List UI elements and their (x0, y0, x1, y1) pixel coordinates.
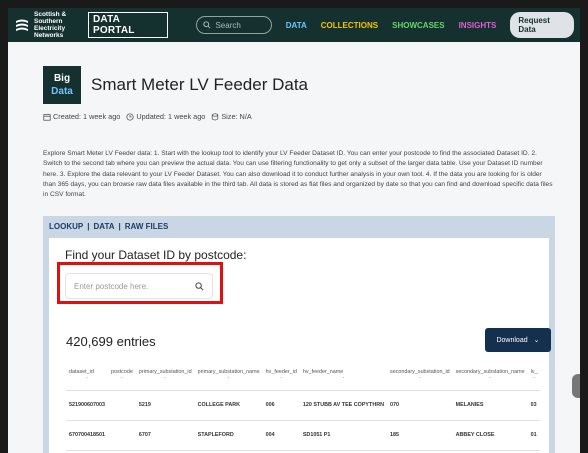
page-title: Smart Meter LV Feeder Data (91, 75, 308, 94)
postcode-placeholder: Enter postcode here. (74, 281, 149, 291)
col-header[interactable]: primary_substation_id - (135, 360, 195, 391)
created-text: Created: 1 week ago (53, 112, 121, 121)
cell: SD1051 P1 (299, 420, 387, 451)
search-icon[interactable] (195, 281, 204, 291)
cell: 185 (387, 420, 453, 451)
cell: 521900607003 (66, 390, 108, 421)
col-header[interactable]: secondary_substation_name - (452, 360, 528, 391)
dataset-header: Big Data Smart Meter LV Feeder Data (43, 66, 308, 104)
calendar-icon (43, 113, 51, 121)
updated-text: Updated: 1 week ago (136, 112, 206, 121)
cell: COLLEGE PARK (194, 390, 263, 421)
search-icon (203, 21, 211, 29)
cell: MELANIES (452, 390, 528, 421)
size-text: Size: N/A (221, 112, 252, 121)
download-label: Download (496, 336, 528, 344)
cell (107, 390, 136, 421)
nav-link-insights[interactable]: INSIGHTS (459, 21, 497, 30)
cell (107, 420, 136, 451)
table-header-row: dataset_id - postcode - primary_substation… (66, 360, 541, 391)
scroll-handle[interactable] (572, 374, 580, 398)
search-box[interactable]: Search (196, 16, 272, 34)
badge-line-1: Big (53, 73, 71, 84)
download-button[interactable]: Download ⌄ (485, 328, 551, 352)
created-meta: Created: 1 week ago (43, 112, 120, 121)
clock-icon (126, 112, 134, 121)
cell: STAPLEFORD (194, 420, 263, 451)
dataset-tabs-panel: LOOKUP | DATA | RAW FILES Find your Data… (43, 216, 555, 453)
cell: 6707 (135, 420, 195, 451)
tab-bar: LOOKUP | DATA | RAW FILES (43, 216, 555, 236)
table-row[interactable]: 521900607003 5219 COLLEGE PARK 006 120 S… (66, 390, 541, 421)
cell: 670700418501 (66, 420, 108, 451)
nav-links: DATA COLLECTIONS SHOWCASES INSIGHTS Requ… (272, 12, 574, 38)
cell: 01 (527, 420, 541, 451)
col-header[interactable]: dataset_id - (66, 360, 108, 391)
search-placeholder: Search (215, 20, 241, 30)
ssen-logo[interactable]: Scottish & Southern Electricity Networks (14, 11, 86, 39)
chevron-down-icon: ⌄ (533, 337, 540, 344)
top-navbar: Scottish & Southern Electricity Networks… (8, 8, 580, 42)
badge-line-2: Data (51, 86, 73, 97)
size-meta: Size: N/A (211, 112, 252, 121)
data-portal-label[interactable]: DATA PORTAL (88, 12, 169, 38)
table-row[interactable]: 670700418501 6707 STAPLEFORD 004 SD1051 … (66, 420, 541, 451)
cell: 120 STUBB AV TEE COPYTHRN (299, 390, 387, 421)
nav-link-showcases[interactable]: SHOWCASES (392, 21, 444, 30)
logo-text: Scottish & Southern Electricity Networks (34, 11, 67, 39)
tab-raw-files[interactable]: RAW FILES (125, 222, 169, 231)
col-header[interactable]: secondary_substation_id - (387, 360, 453, 391)
tab-separator: | (87, 221, 90, 231)
data-table: dataset_id - postcode - primary_substation… (66, 360, 541, 451)
tab-lookup[interactable]: LOOKUP (49, 222, 83, 231)
request-data-button[interactable]: Request Data (510, 12, 574, 38)
big-data-badge: Big Data (43, 66, 81, 104)
ssen-logo-icon (14, 17, 30, 33)
cell: 070 (387, 390, 453, 421)
nav-link-collections[interactable]: COLLECTIONS (321, 21, 378, 30)
cell: 5219 (135, 390, 195, 421)
entries-count: 420,699 entries (66, 334, 156, 349)
postcode-input[interactable]: Enter postcode here. (66, 274, 212, 298)
cell: 004 (262, 420, 300, 451)
database-icon (212, 112, 219, 120)
dataset-meta: Created: 1 week ago Updated: 1 week ago … (43, 112, 258, 121)
browser-viewport: Scottish & Southern Electricity Networks… (8, 8, 580, 453)
cell: 03 (527, 390, 541, 421)
nav-link-data[interactable]: DATA (286, 21, 307, 30)
cell: 006 (262, 390, 300, 421)
col-header[interactable]: postcode - (107, 360, 136, 391)
cell: ABBEY CLOSE (452, 420, 528, 451)
lookup-card: Find your Dataset ID by postcode: Enter … (49, 238, 551, 453)
lookup-heading: Find your Dataset ID by postcode: (65, 248, 247, 262)
col-header[interactable]: hv_feeder_name - (299, 360, 387, 391)
col-header[interactable]: lv_ - (527, 360, 541, 391)
col-header[interactable]: primary_substation_name - (194, 360, 263, 391)
updated-meta: Updated: 1 week ago (126, 112, 205, 121)
col-header[interactable]: hv_feeder_id - (262, 360, 300, 391)
tab-data[interactable]: DATA (93, 222, 114, 231)
dataset-description: Explore Smart Meter LV Feeder data: 1. S… (43, 150, 553, 199)
tab-separator: | (118, 221, 121, 231)
